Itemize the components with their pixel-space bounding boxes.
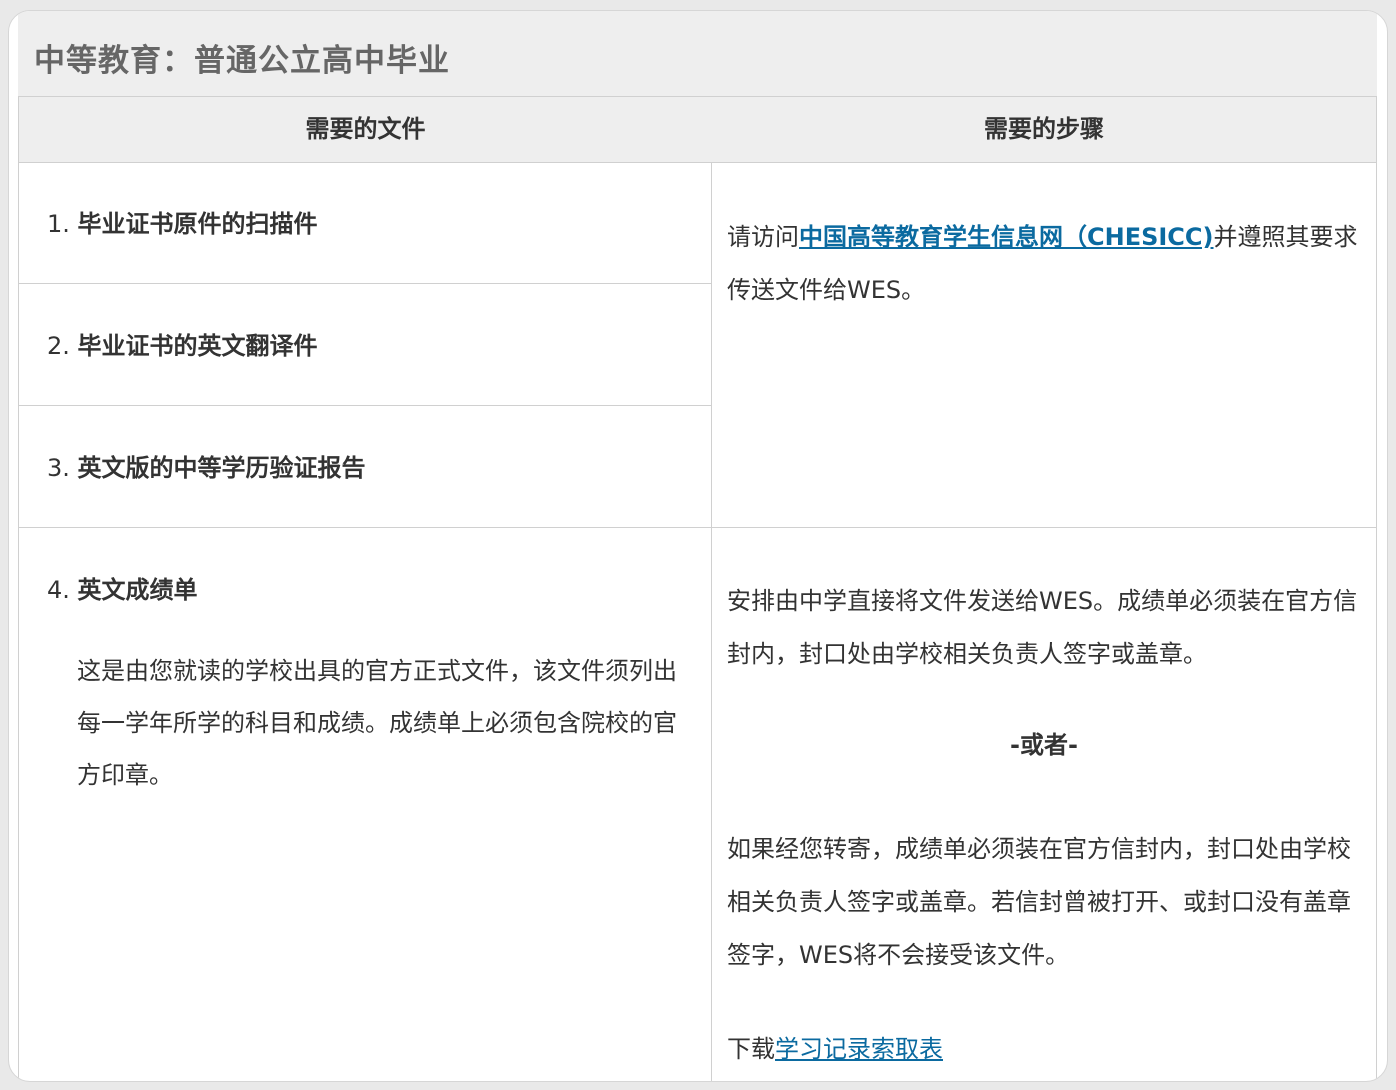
document-label: 英文成绩单 xyxy=(77,576,198,604)
table-header-row: 需要的文件 需要的步骤 xyxy=(19,97,1376,163)
self-send-step: 如果经您转寄，成绩单必须装在官方信封内，封口处由学校相关负责人签字或盖章。若信封… xyxy=(727,835,1351,969)
document-label: 毕业证书原件的扫描件 xyxy=(77,210,318,238)
card-title: 中等教育：普通公立高中毕业 xyxy=(34,43,450,79)
chesicc-prefix: 请访问 xyxy=(727,223,799,251)
row-divider xyxy=(19,283,712,284)
document-item-3: 3. 英文版的中等学历验证报告 xyxy=(47,451,366,485)
header-steps: 需要的步骤 xyxy=(984,115,1104,143)
chesicc-step: 请访问中国高等教育学生信息网（CHESICC)并遵照其要求传送文件给WES。 xyxy=(727,211,1367,317)
document-number: 3. xyxy=(47,454,70,482)
row-divider xyxy=(19,405,712,406)
chesicc-link[interactable]: 中国高等教育学生信息网（CHESICC) xyxy=(799,223,1214,251)
education-card: 中等教育：普通公立高中毕业 需要的文件 需要的步骤 1. 毕业证书原件的扫描件 … xyxy=(8,10,1388,1082)
column-divider xyxy=(711,163,712,1081)
or-separator: -或者- xyxy=(1010,731,1078,759)
header-documents: 需要的文件 xyxy=(305,115,426,143)
download-step: 下载学习记录索取表 xyxy=(727,1023,1367,1076)
document-label: 毕业证书的英文翻译件 xyxy=(77,332,318,360)
document-item-1: 1. 毕业证书原件的扫描件 xyxy=(47,207,318,241)
row-divider xyxy=(19,527,1376,528)
requirements-table: 需要的文件 需要的步骤 1. 毕业证书原件的扫描件 2. 毕业证书的英文翻译件 … xyxy=(18,97,1377,1081)
document-number: 1. xyxy=(47,210,70,238)
transcript-description: 这是由您就读的学校出具的官方正式文件，该文件须列出每一学年所学的科目和成绩。成绩… xyxy=(77,657,677,789)
document-item-2: 2. 毕业证书的英文翻译件 xyxy=(47,329,318,363)
download-form-link[interactable]: 学习记录索取表 xyxy=(775,1035,943,1063)
document-number: 4. xyxy=(47,576,70,604)
card-header: 中等教育：普通公立高中毕业 xyxy=(18,11,1377,97)
school-send-step: 安排由中学直接将文件发送给WES。成绩单必须装在官方信封内，封口处由学校相关负责… xyxy=(727,587,1358,668)
document-item-4: 4. 英文成绩单 xyxy=(47,573,198,607)
document-number: 2. xyxy=(47,332,70,360)
download-prefix: 下载 xyxy=(727,1035,775,1063)
document-label: 英文版的中等学历验证报告 xyxy=(77,454,366,482)
